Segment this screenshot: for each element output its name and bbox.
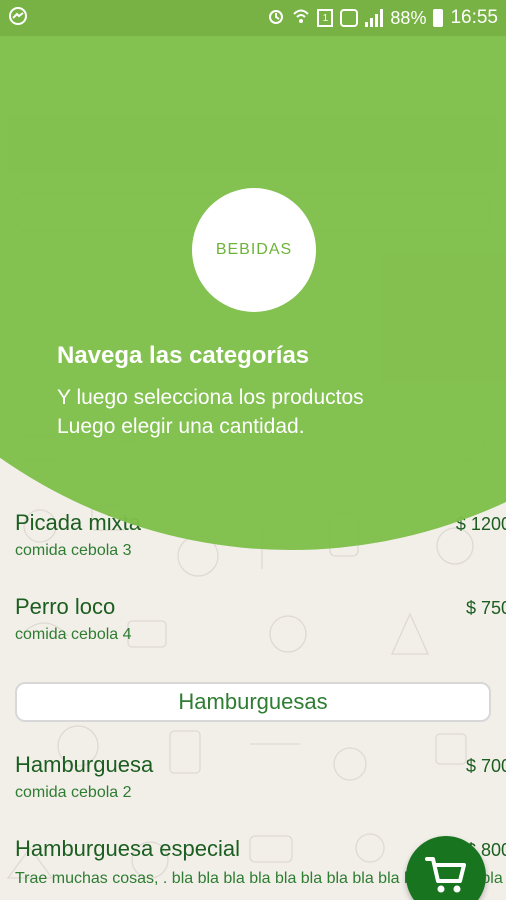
status-right: 1 88% 16:55 (267, 7, 498, 30)
status-left (8, 6, 28, 31)
product-name: Hamburguesa especial (15, 836, 241, 861)
signal-icon (365, 9, 384, 27)
sim-icon: 1 (317, 9, 334, 27)
battery-icon (433, 9, 444, 27)
main-content: Picada mixta comida cebola 3 $ 12000 Per… (0, 36, 506, 900)
messenger-icon (8, 6, 28, 31)
product-name: Perro loco (15, 594, 116, 619)
status-bar: 1 88% 16:55 (0, 0, 506, 36)
signal-box-icon (340, 9, 359, 27)
tour-line-2: Luego elegir una cantidad. (57, 415, 305, 438)
product-description: comida cebola 2 (15, 784, 132, 801)
tour-text: Y luego selecciona los productos Luego e… (57, 383, 364, 441)
product-description: comida cebola 4 (15, 626, 132, 643)
product-item[interactable]: Perro loco comida cebola 4 $ 7500 (15, 594, 506, 678)
tour-line-1: Y luego selecciona los productos (57, 386, 364, 409)
product-price: $ 7000 (465, 756, 506, 776)
cart-icon (423, 851, 469, 900)
status-time: 16:55 (450, 7, 498, 28)
alarm-icon (267, 7, 285, 30)
product-description: comida cebola 3 (15, 542, 132, 559)
tour-title: Navega las categorías (57, 342, 310, 369)
wifi-icon (292, 7, 310, 30)
battery-percent: 88% (390, 7, 427, 28)
product-price: $ 7500 (465, 598, 506, 618)
product-name: Hamburguesa (15, 752, 154, 777)
product-item[interactable]: Hamburguesa comida cebola 2 $ 7000 (15, 752, 506, 836)
category-bar-hamburguesas[interactable]: Hamburguesas (15, 682, 491, 722)
highlighted-category[interactable]: BEBIDAS (192, 188, 316, 312)
